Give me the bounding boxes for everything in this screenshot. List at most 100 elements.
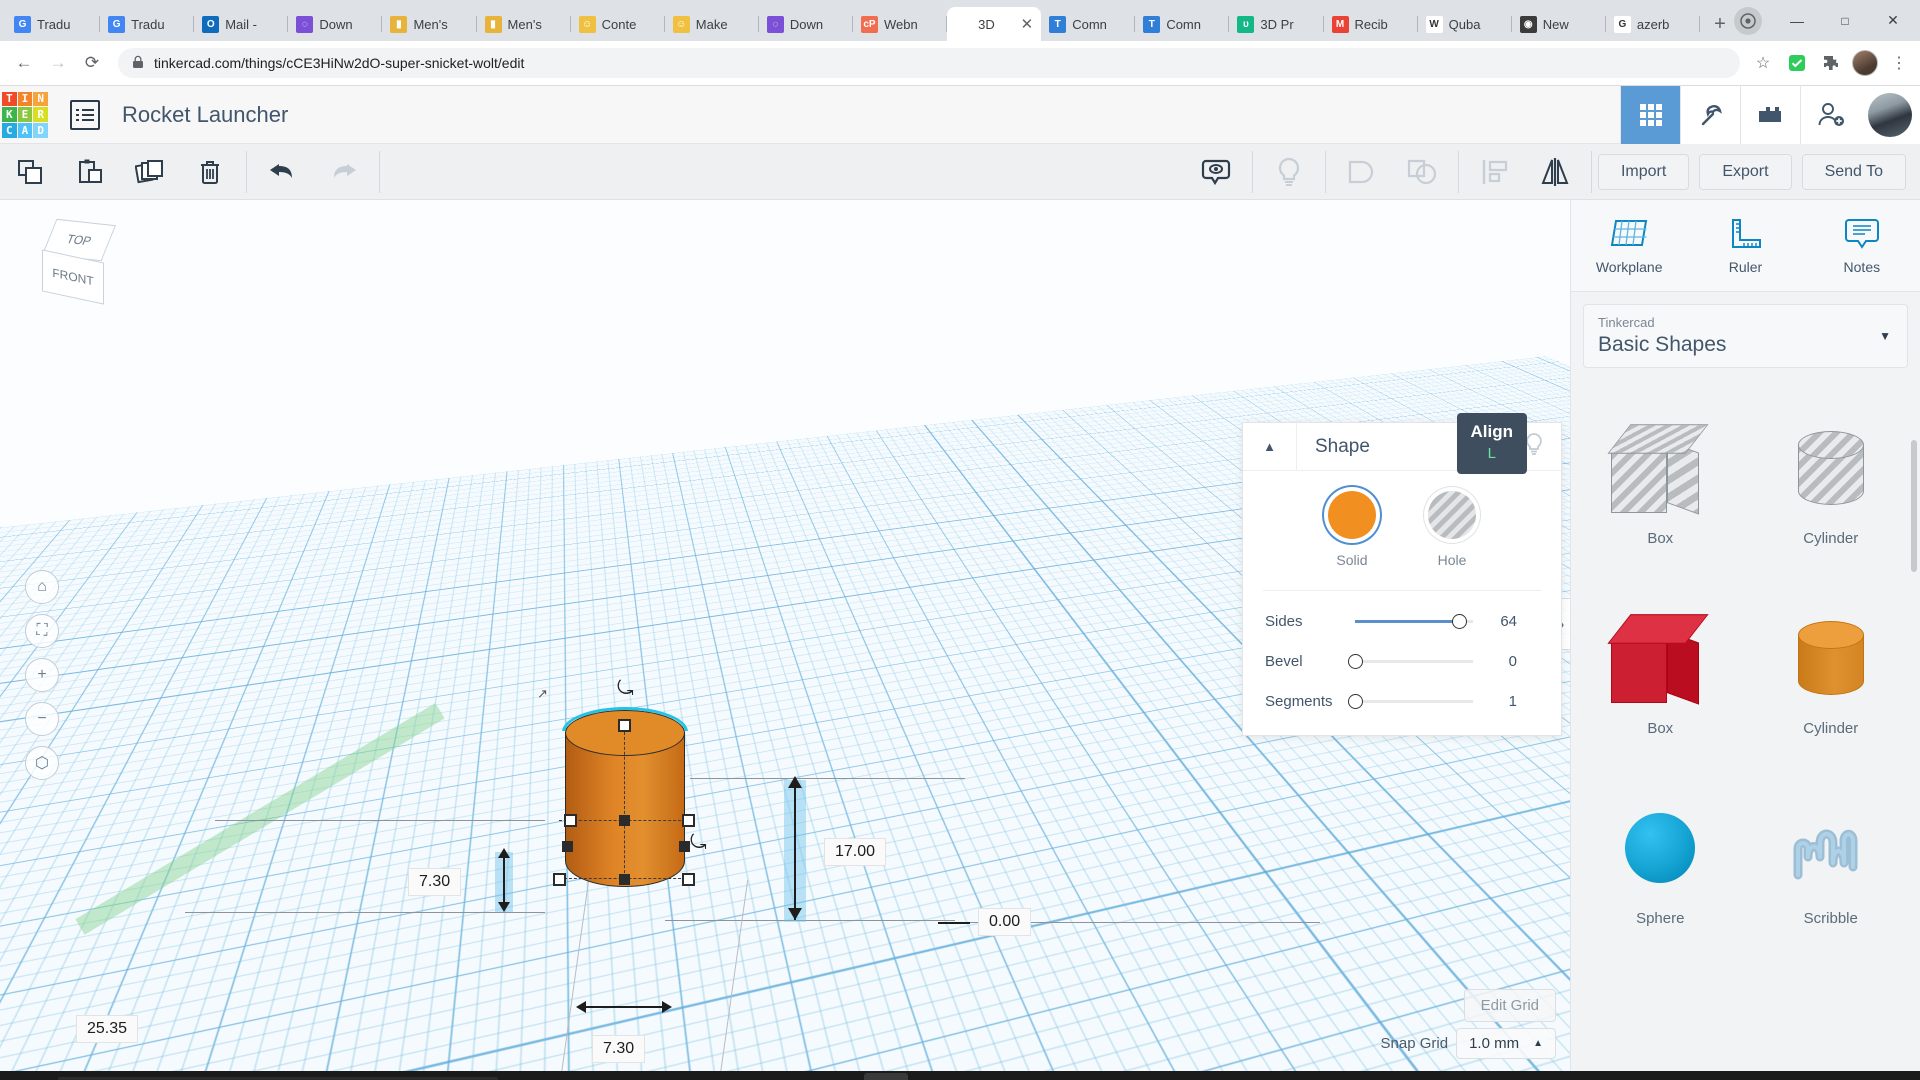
mirror-button[interactable] bbox=[1525, 144, 1585, 200]
skype-icon[interactable]: S bbox=[1152, 1073, 1196, 1080]
browser-tab[interactable]: ▮Men's bbox=[477, 7, 571, 41]
group-button[interactable] bbox=[1332, 144, 1392, 200]
rotate-handle-top[interactable]: ⤿ bbox=[617, 678, 634, 701]
cortana-icon[interactable]: ○ bbox=[528, 1073, 572, 1080]
settings-icon[interactable]: ⚙ bbox=[1200, 1073, 1244, 1080]
duplicate-button[interactable] bbox=[120, 144, 180, 200]
workplane-tool[interactable]: Workplane bbox=[1571, 200, 1687, 291]
new-tab-button[interactable]: + bbox=[1706, 10, 1734, 38]
browser-tab[interactable]: ☺Make bbox=[665, 7, 759, 41]
radius-handle-left[interactable] bbox=[564, 814, 577, 827]
codeblocks-button[interactable] bbox=[1680, 86, 1740, 144]
parameter-value[interactable]: 0 bbox=[1483, 653, 1517, 670]
shape-library-item[interactable]: Cylinder bbox=[1746, 388, 1917, 578]
address-bar[interactable]: tinkercad.com/things/cCE3HiNw2dO-super-s… bbox=[118, 48, 1740, 78]
edit-grid-button[interactable]: Edit Grid bbox=[1464, 989, 1556, 1022]
paste-button[interactable] bbox=[60, 144, 120, 200]
rotate-handle-side[interactable]: ⤿ bbox=[690, 832, 707, 855]
reload-button[interactable]: ⟳ bbox=[76, 47, 108, 79]
parameter-value[interactable]: 1 bbox=[1483, 693, 1517, 710]
diamond-app-icon[interactable]: ❖ bbox=[1104, 1073, 1148, 1080]
solid-option[interactable]: Solid bbox=[1328, 491, 1376, 568]
align-button[interactable] bbox=[1465, 144, 1525, 200]
browser-tab[interactable]: ☺Conte bbox=[571, 7, 665, 41]
grid-view-button[interactable] bbox=[1620, 86, 1680, 144]
tinkercad-logo[interactable]: TINKERCAD bbox=[2, 92, 48, 138]
ruler-tool[interactable]: Ruler bbox=[1687, 200, 1803, 291]
home-view-button[interactable]: ⌂ bbox=[25, 570, 59, 604]
base-handle-left[interactable] bbox=[553, 873, 566, 886]
puzzle-extension-icon[interactable] bbox=[1818, 50, 1844, 76]
show-hide-button[interactable] bbox=[1186, 144, 1246, 200]
notes-tool[interactable]: Notes bbox=[1804, 200, 1920, 291]
browser-tab[interactable]: ◉New bbox=[1512, 7, 1606, 41]
invite-button[interactable] bbox=[1800, 86, 1860, 144]
flipaclip-icon[interactable]: F bbox=[912, 1073, 956, 1080]
undo-button[interactable] bbox=[253, 144, 313, 200]
parameter-slider[interactable] bbox=[1355, 620, 1473, 623]
browser-tab[interactable]: TComn bbox=[1135, 7, 1229, 41]
shape-library-item[interactable]: Sphere bbox=[1575, 768, 1746, 958]
delete-button[interactable] bbox=[180, 144, 240, 200]
fit-view-button[interactable]: ⛶ bbox=[25, 614, 59, 648]
account-avatar[interactable] bbox=[1860, 86, 1920, 144]
browser-tab[interactable]: TComn bbox=[1041, 7, 1135, 41]
circle-app-icon[interactable]: C bbox=[1056, 1073, 1100, 1080]
forward-button[interactable]: → bbox=[42, 47, 74, 79]
shape-library-item[interactable]: Box bbox=[1575, 388, 1746, 578]
check-extension-icon[interactable] bbox=[1784, 50, 1810, 76]
chrome-icon[interactable]: ◉ bbox=[864, 1073, 908, 1080]
rotate-handle-corner[interactable]: ↗ bbox=[537, 686, 548, 702]
browser-tab[interactable]: cPWebn bbox=[853, 7, 947, 41]
snap-grid-select[interactable]: 1.0 mm ▲ bbox=[1456, 1028, 1556, 1059]
close-window-button[interactable]: ✕ bbox=[1870, 0, 1916, 41]
redo-button[interactable] bbox=[313, 144, 373, 200]
ungroup-button[interactable] bbox=[1392, 144, 1452, 200]
brave-icon[interactable]: ♦ bbox=[768, 1073, 812, 1080]
zoom-out-button[interactable]: − bbox=[25, 702, 59, 736]
browser-tab[interactable]: 3D✕ bbox=[947, 7, 1041, 41]
chrome-menu-icon[interactable]: ⋮ bbox=[1886, 50, 1912, 76]
base-handle-center[interactable] bbox=[619, 874, 630, 885]
browser-tab[interactable]: ▮Men's bbox=[382, 7, 476, 41]
import-button[interactable]: Import bbox=[1598, 154, 1689, 190]
shapes-scrollbar[interactable] bbox=[1911, 440, 1917, 572]
browser-tab[interactable]: GTradu bbox=[6, 7, 100, 41]
shape-library-item[interactable]: Cylinder bbox=[1746, 578, 1917, 768]
infinite-painter-icon[interactable]: ∞ bbox=[960, 1073, 1004, 1080]
browser-tab[interactable]: WQuba bbox=[1418, 7, 1512, 41]
maximize-button[interactable]: □ bbox=[1822, 0, 1868, 41]
task-view-icon[interactable]: ⏷ bbox=[576, 1073, 620, 1080]
profile-avatar[interactable] bbox=[1852, 50, 1878, 76]
ortho-view-button[interactable]: ⬡ bbox=[25, 746, 59, 780]
collapse-inspector-button[interactable]: ▲ bbox=[1243, 423, 1297, 471]
slider-knob[interactable] bbox=[1452, 614, 1467, 629]
shape-library-dropdown[interactable]: Tinkercad Basic Shapes ▼ bbox=[1583, 304, 1908, 368]
browser-tab[interactable]: ◌Down bbox=[288, 7, 382, 41]
send-to-button[interactable]: Send To bbox=[1802, 154, 1906, 190]
base-handle-right[interactable] bbox=[682, 873, 695, 886]
hole-swatch[interactable] bbox=[1428, 491, 1476, 539]
3d-viewport[interactable]: TOP FRONT ⌂⛶+−⬡ bbox=[0, 200, 1570, 1071]
width-dimension-label[interactable]: 7.30 bbox=[592, 1035, 645, 1063]
camera-icon[interactable]: ▶ bbox=[1008, 1073, 1052, 1080]
light-button[interactable] bbox=[1259, 144, 1319, 200]
start-button[interactable] bbox=[0, 1071, 58, 1080]
microsoft-store-icon[interactable]: ⊞ bbox=[672, 1073, 716, 1080]
copy-button[interactable] bbox=[0, 144, 60, 200]
browser-tab[interactable]: ◌Down bbox=[759, 7, 853, 41]
shape-library-item[interactable]: Box bbox=[1575, 578, 1746, 768]
corner-handle-bl[interactable] bbox=[562, 841, 573, 852]
paint-3d-icon[interactable]: ✎ bbox=[720, 1073, 764, 1080]
shape-library-item[interactable]: Scribble bbox=[1746, 768, 1917, 958]
minimize-button[interactable]: — bbox=[1774, 0, 1820, 41]
radius-handle-right[interactable] bbox=[682, 814, 695, 827]
chrome-profile-icon[interactable] bbox=[1734, 7, 1762, 35]
blocks-button[interactable] bbox=[1740, 86, 1800, 144]
zoom-in-button[interactable]: + bbox=[25, 658, 59, 692]
hole-option[interactable]: Hole bbox=[1428, 491, 1476, 568]
slider-knob[interactable] bbox=[1348, 654, 1363, 669]
mail-icon[interactable]: ✉33 bbox=[816, 1073, 860, 1080]
height-dimension-label[interactable]: 17.00 bbox=[824, 838, 886, 866]
bookmark-star-icon[interactable]: ☆ bbox=[1750, 50, 1776, 76]
